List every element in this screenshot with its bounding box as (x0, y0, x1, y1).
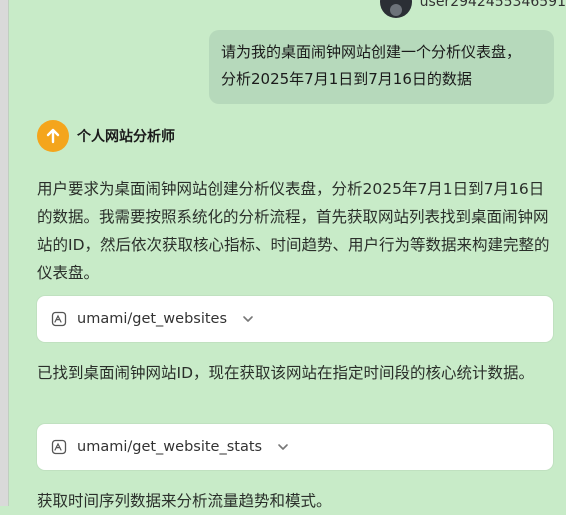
assistant-name: 个人网站分析师 (77, 129, 175, 145)
tool-name: umami/get_website_stats (77, 439, 263, 455)
assistant-header: 个人网站分析师 (37, 120, 175, 152)
tool-call-get-website-stats[interactable]: umami/get_website_stats (37, 424, 553, 470)
arrow-up-icon (37, 120, 69, 152)
assistant-message-1: 用户要求为桌面闹钟网站创建分析仪表盘，分析2025年7月1日到7月16日的数据。… (37, 180, 550, 282)
assistant-message-2: 已找到桌面闹钟网站ID，现在获取该网站在指定时间段的核心统计数据。 (37, 364, 535, 382)
tool-call-get-websites[interactable]: umami/get_websites (37, 296, 553, 342)
user-message-bubble: 请为我的桌面闹钟网站创建一个分析仪表盘， 分析2025年7月1日到7月16日的数… (209, 30, 554, 104)
user-message-line-2: 分析2025年7月1日到7月16日的数据 (221, 70, 472, 88)
assistant-message-3: 获取时间序列数据来分析流量趋势和模式。 (37, 492, 332, 510)
user-message-line-1: 请为我的桌面闹钟网站创建一个分析仪表盘， (221, 43, 522, 61)
chevron-down-icon[interactable] (276, 440, 290, 454)
left-rail (0, 0, 9, 506)
user-avatar (379, 0, 412, 18)
tool-icon (51, 439, 67, 455)
username: user2942455346591 (419, 0, 566, 10)
chevron-down-icon[interactable] (241, 312, 255, 326)
tool-icon (51, 311, 67, 327)
tool-name: umami/get_websites (77, 311, 228, 327)
user-header: user2942455346591 (379, 0, 566, 18)
